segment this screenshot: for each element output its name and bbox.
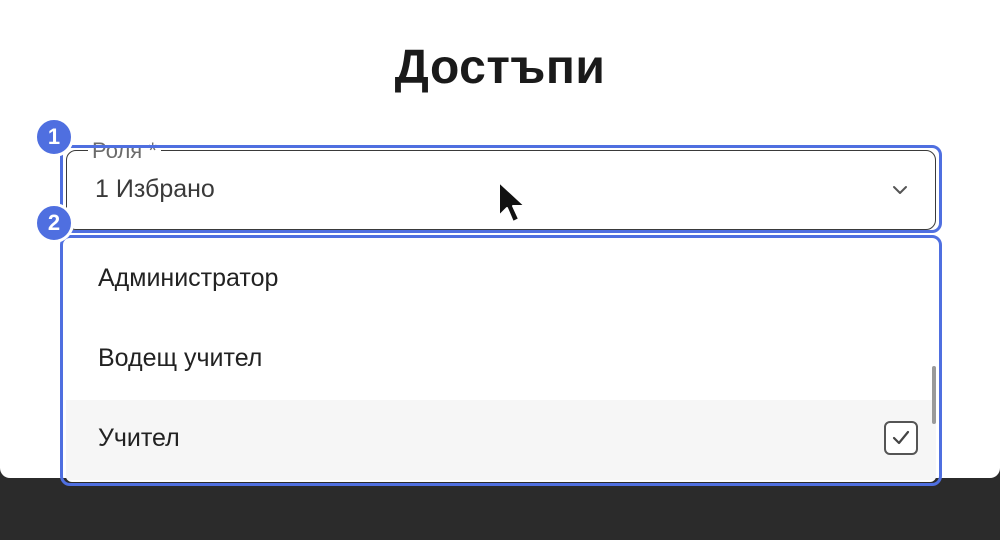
- access-dialog: Достъпи Роля * 1 Избрано Администратор В…: [0, 0, 1000, 482]
- option-lead-teacher[interactable]: Водещ учител: [66, 320, 936, 400]
- option-label: Водещ учител: [98, 344, 263, 372]
- checkbox-checked-icon[interactable]: [884, 421, 918, 455]
- role-options-list: Администратор Водещ учител Учител: [66, 240, 936, 482]
- mouse-pointer-icon: [496, 180, 530, 228]
- step-badge-1: 1: [34, 117, 74, 157]
- role-field-label: Роля *: [88, 138, 161, 164]
- chevron-down-icon[interactable]: [891, 181, 909, 199]
- option-administrator[interactable]: Администратор: [66, 240, 936, 320]
- dialog-title: Достъпи: [394, 41, 606, 94]
- dropdown-scrollbar[interactable]: [932, 366, 936, 424]
- step-badge-2: 2: [34, 203, 74, 243]
- role-select-value: 1 Избрано: [95, 175, 215, 203]
- option-label: Администратор: [98, 264, 279, 292]
- option-teacher[interactable]: Учител: [66, 400, 936, 480]
- option-label: Учител: [98, 424, 180, 452]
